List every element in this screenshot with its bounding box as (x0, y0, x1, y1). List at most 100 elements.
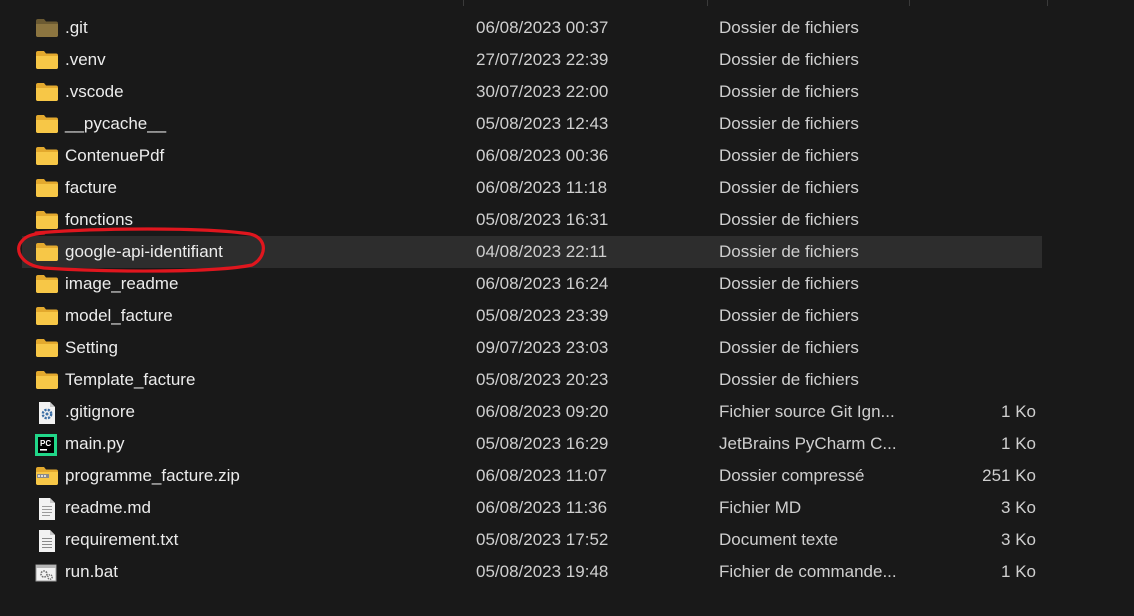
zip-folder-icon (35, 466, 59, 486)
file-type: Dossier de fichiers (719, 338, 859, 357)
folder-dark-icon (35, 18, 59, 38)
file-size: 1 Ko (1001, 562, 1036, 581)
document-icon (35, 498, 59, 520)
file-date: 06/08/2023 16:24 (476, 274, 609, 293)
file-date: 05/08/2023 20:23 (476, 370, 609, 389)
text-document-icon (35, 530, 59, 552)
file-type: Dossier de fichiers (719, 210, 859, 229)
column-separator[interactable] (707, 0, 708, 6)
file-date: 06/08/2023 00:37 (476, 18, 609, 37)
folder-icon (35, 178, 59, 198)
file-row[interactable]: image_readme 06/08/2023 16:24 Dossier de f… (0, 268, 1134, 300)
file-date: 06/08/2023 11:18 (476, 178, 608, 197)
file-size: 1 Ko (1001, 402, 1036, 421)
file-size: 1 Ko (1001, 434, 1036, 453)
file-name: .git (65, 18, 88, 37)
file-name: run.bat (65, 562, 118, 581)
file-name: main.py (65, 434, 125, 453)
file-explorer: .git 06/08/2023 00:37 Dossier de fichiers.… (0, 0, 1134, 616)
file-type: Dossier compressé (719, 466, 865, 485)
file-size: 251 Ko (982, 466, 1036, 485)
file-row[interactable]: run.bat 05/08/2023 19:48 Fichier de comman… (0, 556, 1134, 588)
column-separator[interactable] (1047, 0, 1048, 6)
file-type: Dossier de fichiers (719, 82, 859, 101)
file-row[interactable]: ContenuePdf 06/08/2023 00:36 Dossier de fi… (0, 140, 1134, 172)
file-date: 27/07/2023 22:39 (476, 50, 609, 69)
file-type: Fichier MD (719, 498, 802, 517)
file-row[interactable]: programme_facture.zip 06/08/2023 11:07 Dos… (0, 460, 1134, 492)
folder-icon (35, 242, 59, 262)
file-date: 05/08/2023 19:48 (476, 562, 609, 581)
file-row[interactable]: .gitignore 06/08/2023 09:20 Fichier source… (0, 396, 1134, 428)
file-name: ContenuePdf (65, 146, 165, 165)
folder-icon (35, 114, 59, 134)
file-name: google-api-identifiant (65, 242, 223, 261)
gear-file-icon (35, 402, 59, 424)
file-row[interactable]: Template_facture 05/08/2023 20:23 Dossier … (0, 364, 1134, 396)
file-date: 09/07/2023 23:03 (476, 338, 609, 357)
file-row[interactable]: .venv 27/07/2023 22:39 Dossier de fichiers (0, 44, 1134, 76)
file-type: Dossier de fichiers (719, 146, 859, 165)
file-name: programme_facture.zip (65, 466, 240, 485)
file-type: Fichier source Git Ign... (719, 402, 895, 421)
file-type: Dossier de fichiers (719, 178, 859, 197)
file-date: 04/08/2023 22:11 (476, 242, 608, 261)
file-name: image_readme (65, 274, 179, 293)
file-row[interactable]: requirement.txt 05/08/2023 17:52 Document … (0, 524, 1134, 556)
file-type: Dossier de fichiers (719, 370, 859, 389)
file-row[interactable]: .git 06/08/2023 00:37 Dossier de fichiers (0, 12, 1134, 44)
file-name: readme.md (65, 498, 151, 517)
file-row[interactable]: readme.md 06/08/2023 11:36 Fichier MD 3 Ko (0, 492, 1134, 524)
file-type: Dossier de fichiers (719, 274, 859, 293)
file-date: 05/08/2023 16:29 (476, 434, 609, 453)
file-type: Dossier de fichiers (719, 306, 859, 325)
file-name: Setting (65, 338, 118, 357)
batch-file-icon (35, 562, 59, 582)
file-row[interactable]: facture 06/08/2023 11:18 Dossier de fichie… (0, 172, 1134, 204)
file-name: .vscode (65, 82, 124, 101)
file-type: Document texte (719, 530, 839, 549)
file-name: model_facture (65, 306, 173, 325)
file-row[interactable]: fonctions 05/08/2023 16:31 Dossier de fich… (0, 204, 1134, 236)
file-date: 06/08/2023 09:20 (476, 402, 609, 421)
file-name: facture (65, 178, 117, 197)
file-type: Dossier de fichiers (719, 18, 859, 37)
file-type: Dossier de fichiers (719, 242, 859, 261)
file-type: Fichier de commande... (719, 562, 897, 581)
folder-icon (35, 210, 59, 230)
file-date: 06/08/2023 00:36 (476, 146, 609, 165)
column-separator[interactable] (909, 0, 910, 6)
pycharm-icon: PC (35, 434, 59, 456)
file-row[interactable]: Setting 09/07/2023 23:03 Dossier de fichie… (0, 332, 1134, 364)
file-date: 05/08/2023 16:31 (476, 210, 609, 229)
folder-icon (35, 146, 59, 166)
file-type: Dossier de fichiers (719, 114, 859, 133)
file-date: 06/08/2023 11:07 (476, 466, 608, 485)
file-name: __pycache__ (65, 114, 167, 133)
file-type: Dossier de fichiers (719, 50, 859, 69)
folder-icon (35, 50, 59, 70)
file-date: 05/08/2023 23:39 (476, 306, 609, 325)
folder-icon (35, 338, 59, 358)
file-name: Template_facture (65, 370, 196, 389)
file-type: JetBrains PyCharm C... (719, 434, 897, 453)
file-date: 06/08/2023 11:36 (476, 498, 608, 517)
file-size: 3 Ko (1001, 498, 1036, 517)
file-date: 05/08/2023 12:43 (476, 114, 609, 133)
file-row[interactable]: PC main.py 05/08/2023 16:29 JetBrains PyCha… (0, 428, 1134, 460)
folder-icon (35, 274, 59, 294)
file-row[interactable]: model_facture 05/08/2023 23:39 Dossier de … (0, 300, 1134, 332)
file-name: fonctions (65, 210, 134, 229)
folder-icon (35, 370, 59, 390)
file-row[interactable]: google-api-identifiant 04/08/2023 22:11 Do… (0, 236, 1134, 268)
folder-icon (35, 306, 59, 326)
file-name: .gitignore (65, 402, 135, 421)
file-name: .venv (65, 50, 106, 69)
file-row[interactable]: .vscode 30/07/2023 22:00 Dossier de fichie… (0, 76, 1134, 108)
column-separator[interactable] (463, 0, 464, 6)
file-size: 3 Ko (1001, 530, 1036, 549)
folder-icon (35, 82, 59, 102)
file-row[interactable]: __pycache__ 05/08/2023 12:43 Dossier de fi… (0, 108, 1134, 140)
file-list: .git 06/08/2023 00:37 Dossier de fichiers.… (0, 12, 1134, 588)
file-date: 30/07/2023 22:00 (476, 82, 609, 101)
